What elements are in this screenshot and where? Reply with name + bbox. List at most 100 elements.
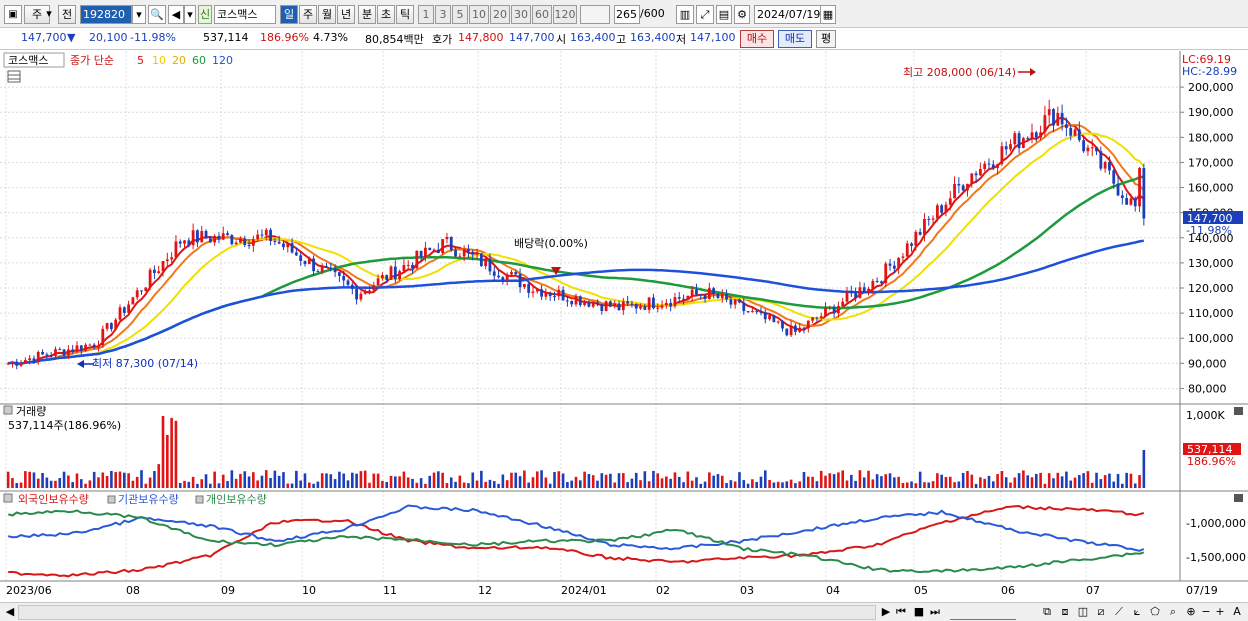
- volume-bar: [875, 474, 879, 488]
- volume-bar: [587, 474, 591, 488]
- trend-icon[interactable]: ⟋: [1112, 605, 1126, 620]
- x-axis-label: 04: [826, 584, 840, 597]
- volume-bar: [1065, 471, 1068, 488]
- tab-period-day[interactable]: 일: [280, 5, 298, 24]
- candle-body: [196, 230, 199, 243]
- zoom-slider[interactable]: [950, 605, 1016, 620]
- speaker-icon[interactable]: ◀: [168, 5, 184, 24]
- shape-icon[interactable]: ⬠: [1148, 605, 1162, 620]
- code-dropdown-icon[interactable]: ▾: [132, 5, 146, 24]
- candle-body: [1009, 144, 1012, 150]
- candle-body: [23, 360, 27, 364]
- count-5[interactable]: 5: [452, 5, 468, 24]
- candle-body: [854, 293, 858, 298]
- candle-body: [432, 249, 436, 251]
- code-input[interactable]: 192820: [80, 5, 132, 24]
- split-icon[interactable]: ◫: [1076, 605, 1090, 620]
- price-axis-label: 170,000: [1188, 156, 1234, 169]
- count-3[interactable]: 3: [435, 5, 451, 24]
- candle-body: [1021, 138, 1025, 149]
- tab-period-tick[interactable]: 틱: [396, 5, 414, 24]
- sell-button[interactable]: 매도: [778, 30, 812, 48]
- scroll-left-icon[interactable]: ◀: [4, 605, 16, 620]
- copy-icon[interactable]: ⧉: [1040, 605, 1054, 620]
- candle-body: [247, 244, 251, 246]
- tab-period-second[interactable]: 초: [377, 5, 395, 24]
- candle-body: [983, 163, 987, 169]
- volume-bar: [862, 477, 866, 488]
- price-axis-label: 180,000: [1188, 131, 1234, 144]
- chart-area[interactable]: 코스맥스 종가 단순 5 10 20 60 120 최고 208,000 (06…: [0, 51, 1248, 602]
- line-tool-icon[interactable]: ⤢: [696, 5, 714, 24]
- volume-bar: [54, 480, 57, 488]
- count-30[interactable]: 30: [511, 5, 531, 24]
- volume-bar: [695, 477, 698, 488]
- first-icon[interactable]: ⏮: [894, 605, 908, 620]
- volume-bar: [1129, 473, 1133, 488]
- candle-body: [84, 344, 87, 351]
- tab-period-month[interactable]: 월: [318, 5, 336, 24]
- volume-bar: [669, 478, 672, 488]
- volume-bar: [703, 481, 707, 488]
- candle-body: [161, 260, 165, 272]
- tab-period-week[interactable]: 주: [299, 5, 317, 24]
- magnifier-icon[interactable]: ⌕: [1166, 605, 1180, 620]
- empty-combo[interactable]: [580, 5, 610, 24]
- save-icon[interactable]: ▤: [716, 5, 732, 24]
- buy-button[interactable]: 매수: [740, 30, 774, 48]
- candle-body: [677, 297, 681, 299]
- stop-icon[interactable]: ■: [912, 605, 926, 620]
- count-10[interactable]: 10: [469, 5, 489, 24]
- angle-icon[interactable]: ⟀: [1130, 605, 1144, 620]
- volume-bar: [553, 472, 556, 488]
- table-icon[interactable]: [7, 70, 21, 83]
- volume-bar: [488, 479, 492, 488]
- candle-body: [824, 307, 827, 317]
- prev-button[interactable]: 전: [58, 5, 76, 24]
- stock-chart[interactable]: 코스맥스 종가 단순 5 10 20 60 120 최고 208,000 (06…: [0, 51, 1248, 602]
- crosshair-icon[interactable]: ⊕: [1184, 605, 1198, 620]
- draw-icon[interactable]: ⧄: [1094, 605, 1108, 620]
- gear-icon[interactable]: ⚙: [734, 5, 750, 24]
- avg-button[interactable]: 평: [816, 30, 836, 48]
- candle-body: [591, 302, 595, 307]
- candle-body: [643, 306, 647, 310]
- zoom-out-icon[interactable]: −: [1200, 605, 1212, 620]
- panel-toggle-icon[interactable]: [3, 493, 13, 503]
- speaker-dropdown-icon[interactable]: ▾: [184, 5, 196, 24]
- volume-bar: [196, 483, 199, 488]
- close-panel-icon[interactable]: [1234, 407, 1243, 415]
- close-panel-icon[interactable]: [1234, 494, 1243, 502]
- volume-bar: [888, 473, 892, 488]
- search-icon[interactable]: 🔍: [148, 5, 166, 24]
- last-icon[interactable]: ⏭: [928, 605, 942, 620]
- panel-toggle-icon[interactable]: [3, 405, 13, 415]
- candle-body: [953, 183, 956, 199]
- count-120[interactable]: 120: [553, 5, 577, 24]
- count-20[interactable]: 20: [490, 5, 510, 24]
- dropdown-arrow-icon[interactable]: ▾: [42, 5, 56, 24]
- zoom-in-icon[interactable]: +: [1214, 605, 1226, 620]
- volume-bar: [656, 473, 660, 488]
- volume-bar: [1069, 480, 1073, 488]
- volume-bar: [41, 472, 44, 488]
- count-1[interactable]: 1: [418, 5, 434, 24]
- font-size-icon[interactable]: A: [1230, 605, 1244, 620]
- candle-body: [639, 306, 642, 309]
- volume-bar: [738, 472, 741, 488]
- scroll-right-icon[interactable]: ▶: [880, 605, 892, 620]
- tab-period-minute[interactable]: 분: [358, 5, 376, 24]
- candle-body: [729, 299, 733, 305]
- window-icon[interactable]: ▣: [4, 5, 22, 24]
- date-input[interactable]: 2024/07/19: [754, 5, 822, 24]
- calendar-icon[interactable]: ▦: [820, 5, 836, 24]
- count-60[interactable]: 60: [532, 5, 552, 24]
- count-display[interactable]: 265: [614, 5, 640, 24]
- scroll-bar[interactable]: ◀ ▶ ⏮ ■ ⏭ ⧉ ⧈ ◫ ⧄ ⟋ ⟀ ⬠ ⌕ ⊕ − + A: [0, 602, 1248, 621]
- candle-body: [415, 250, 419, 269]
- tab-period-year[interactable]: 년: [337, 5, 355, 24]
- compare-icon[interactable]: ⧈: [1058, 605, 1072, 620]
- volume-bar: [88, 480, 92, 488]
- candle-icon[interactable]: ▥: [676, 5, 694, 24]
- scroll-track[interactable]: [18, 605, 876, 620]
